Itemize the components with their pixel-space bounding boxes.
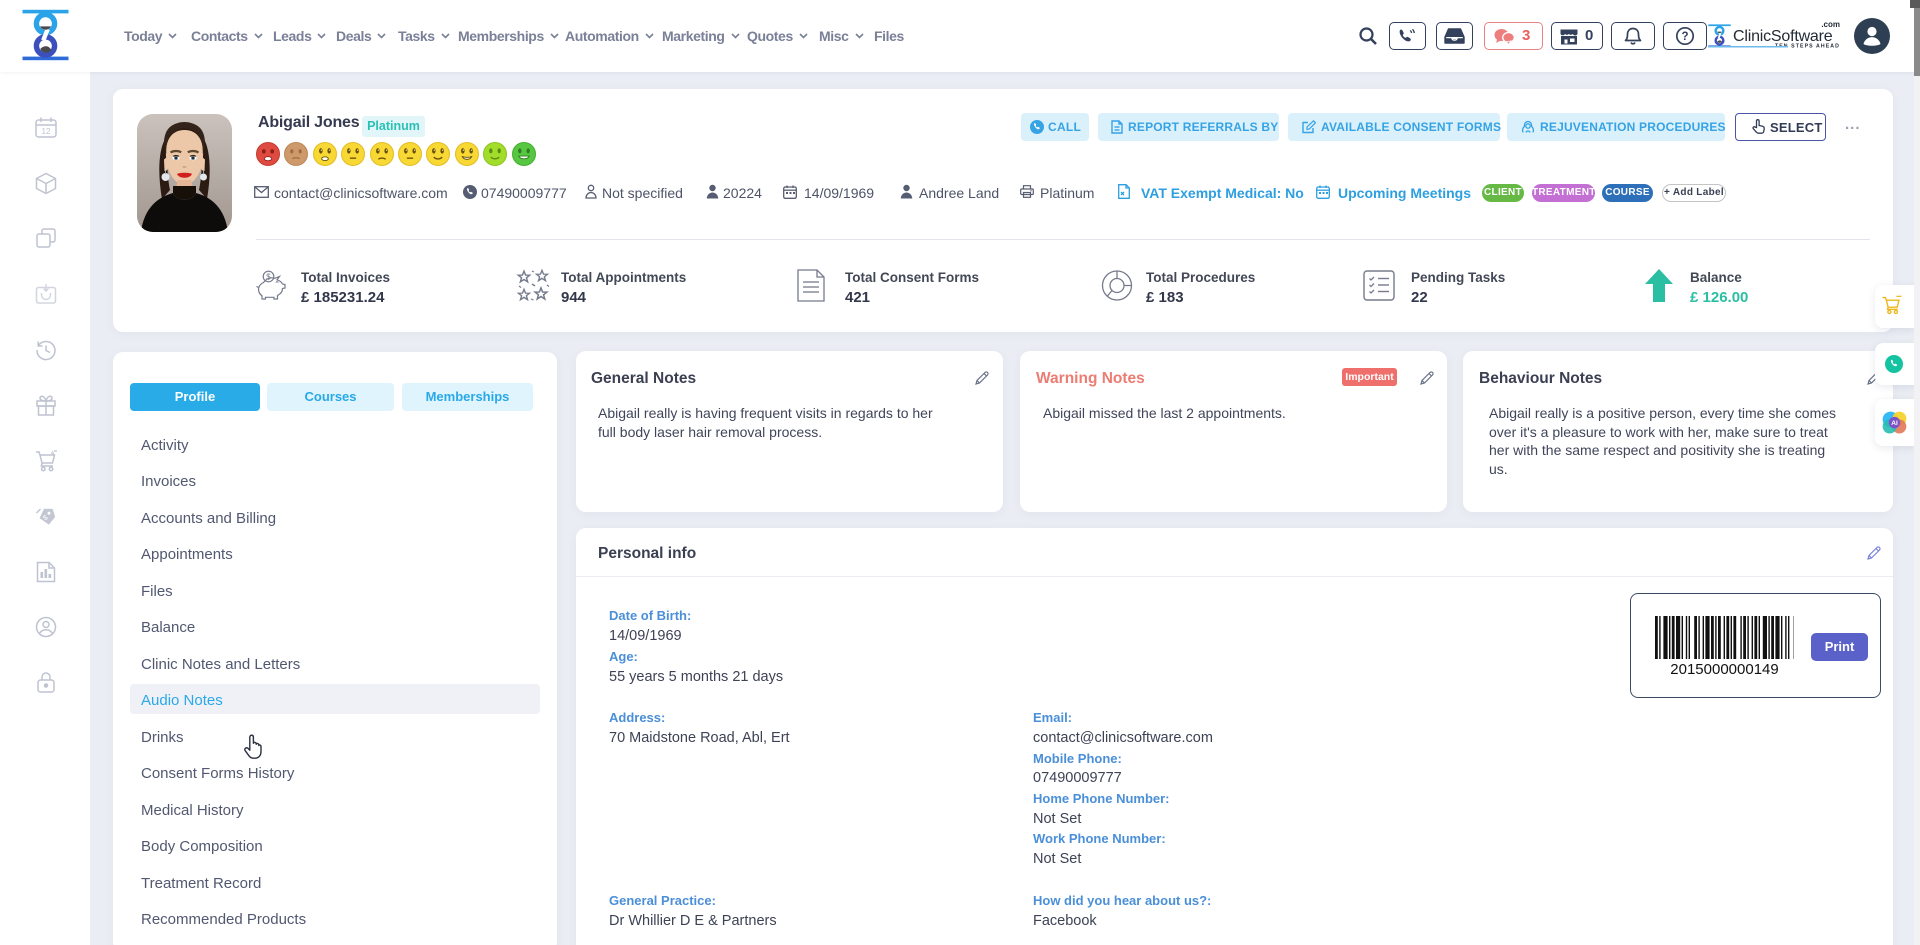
svg-text:12: 12	[42, 127, 51, 136]
svg-text:.com: .com	[1821, 20, 1840, 29]
svg-text:?: ?	[1681, 31, 1688, 43]
svg-text:$: $	[266, 272, 271, 281]
svg-text:AI: AI	[1891, 420, 1898, 427]
